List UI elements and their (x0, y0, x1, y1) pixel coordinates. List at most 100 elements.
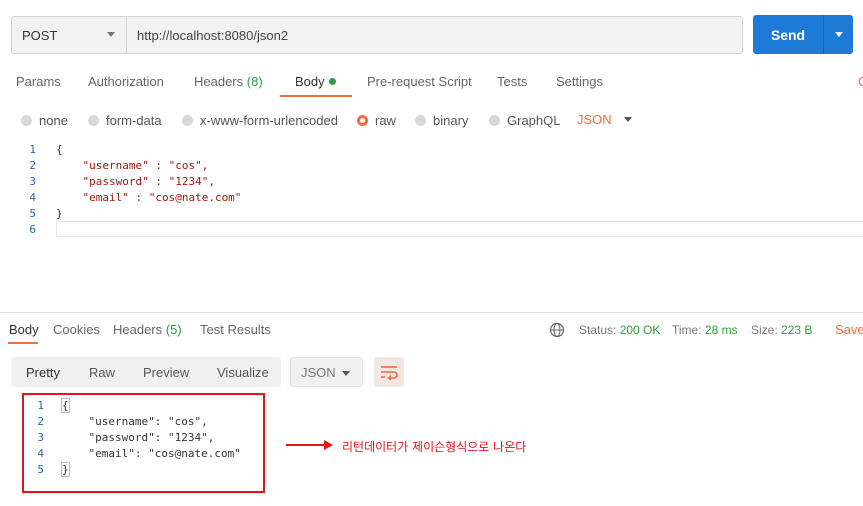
tab-body[interactable]: Body (295, 74, 336, 92)
view-visualize-label: Visualize (217, 365, 269, 380)
tab-tests[interactable]: Tests (497, 74, 527, 92)
status-readout: Status: 200 OK (579, 323, 660, 337)
body-format-select[interactable]: JSON (577, 112, 632, 127)
view-pretty-button[interactable]: Pretty (26, 365, 60, 380)
response-tab-cookies-label: Cookies (53, 322, 100, 337)
view-visualize-button[interactable]: Visualize (217, 365, 269, 380)
view-preview-button[interactable]: Preview (143, 365, 189, 380)
code-line: "email" : "cos@nate.com" (56, 191, 242, 204)
time-label: Time: (672, 323, 702, 337)
line-number: 3 (29, 175, 36, 188)
radio-form-data[interactable]: form-data (88, 112, 162, 128)
radio-binary[interactable]: binary (415, 112, 469, 128)
line-number: 4 (29, 191, 36, 204)
tab-settings-label: Settings (556, 74, 603, 89)
radio-raw-label: raw (375, 112, 396, 128)
highlight-box (22, 393, 265, 493)
view-raw-button[interactable]: Raw (89, 365, 115, 380)
view-raw-label: Raw (89, 365, 116, 380)
radio-circle-icon (88, 114, 99, 126)
wrap-lines-button[interactable] (374, 357, 404, 387)
chevron-down-icon (107, 32, 115, 37)
chevron-down-icon (342, 371, 350, 376)
arrow-icon (286, 444, 326, 446)
cookies-link-cut[interactable]: C (858, 74, 863, 92)
chevron-down-icon (623, 117, 632, 122)
view-preview-label: Preview (143, 365, 190, 380)
line-number: 2 (29, 159, 36, 172)
response-tab-test-results[interactable]: Test Results (200, 322, 271, 337)
radio-urlencoded-label: x-www-form-urlencoded (200, 112, 338, 128)
response-tab-body-label: Body (9, 322, 39, 337)
wrap-lines-icon (381, 366, 398, 380)
line-number: 6 (29, 223, 36, 236)
url-input[interactable]: http://localhost:8080/json2 (126, 16, 743, 54)
method-label: POST (22, 27, 58, 43)
status-label: Status: (579, 323, 617, 337)
radio-none-label: none (39, 112, 68, 128)
line-number: 5 (29, 207, 36, 220)
radio-circle-icon (489, 114, 500, 126)
radio-circle-icon (182, 114, 193, 126)
save-label: Save (835, 322, 863, 337)
code-line: "username" : "cos", (56, 159, 209, 172)
send-options-button[interactable] (823, 15, 853, 54)
radio-raw[interactable]: raw (357, 112, 396, 128)
response-tab-body[interactable]: Body (9, 322, 39, 337)
arrow-head-icon (324, 440, 333, 450)
save-response-button[interactable]: Save (835, 322, 863, 337)
headers-count-badge: (8) (246, 74, 263, 89)
annotation-note: 리턴데이터가 제이슨형식으로 나온다 (342, 440, 527, 454)
radio-form-data-label: form-data (106, 112, 162, 128)
tab-prerequest-label: Pre-request Script (367, 74, 472, 89)
radio-graphql-label: GraphQL (507, 112, 561, 128)
current-line-highlight (56, 221, 863, 237)
globe-icon[interactable] (549, 322, 565, 338)
tab-headers[interactable]: Headers (8) (194, 74, 263, 92)
time-value: 28 ms (704, 323, 738, 337)
response-tab-test-results-label: Test Results (200, 322, 271, 337)
response-tab-headers-label: Headers (113, 322, 163, 337)
response-tab-headers[interactable]: Headers (5) (113, 322, 182, 337)
time-readout: Time: 28 ms (672, 323, 738, 337)
postman-window: POST http://localhost:8080/json2 Send Pa… (0, 0, 863, 506)
radio-binary-label: binary (433, 112, 469, 128)
tab-authorization-label: Authorization (88, 74, 164, 89)
tab-authorization[interactable]: Authorization (88, 74, 164, 92)
tab-tests-label: Tests (497, 74, 528, 89)
response-tab-cookies[interactable]: Cookies (53, 322, 100, 337)
size-value: 223 B (781, 323, 813, 337)
cut-off-label: C (858, 74, 863, 89)
active-tab-indicator (280, 95, 352, 97)
size-label: Size: (751, 323, 778, 337)
status-value: 200 OK (619, 323, 661, 337)
url-text: http://localhost:8080/json2 (137, 27, 289, 43)
pane-divider[interactable] (0, 312, 863, 313)
send-button[interactable]: Send (753, 15, 823, 54)
line-number: 1 (29, 143, 36, 156)
active-tab-indicator (8, 342, 38, 344)
response-headers-count-badge: (5) (165, 322, 182, 337)
tab-params[interactable]: Params (16, 74, 61, 92)
response-format-label: JSON (301, 364, 336, 380)
tab-params-label: Params (16, 74, 61, 89)
code-line: } (56, 207, 63, 220)
tab-prerequest-script[interactable]: Pre-request Script (367, 74, 472, 92)
chevron-down-icon (835, 32, 843, 37)
radio-urlencoded[interactable]: x-www-form-urlencoded (182, 112, 338, 128)
body-format-label: JSON (577, 112, 612, 127)
send-label: Send (770, 26, 806, 43)
response-format-select[interactable]: JSON (290, 357, 363, 387)
tab-body-label: Body (295, 74, 325, 89)
radio-none[interactable]: none (21, 112, 68, 128)
radio-circle-icon (21, 114, 32, 126)
radio-selected-icon (357, 114, 368, 126)
view-pretty-label: Pretty (26, 365, 60, 380)
status-dot-icon (328, 78, 336, 85)
method-select[interactable]: POST (11, 16, 127, 54)
tab-headers-label: Headers (194, 74, 244, 89)
radio-graphql[interactable]: GraphQL (489, 112, 561, 128)
code-line: { (56, 143, 63, 156)
tab-settings[interactable]: Settings (556, 74, 603, 92)
size-readout: Size: 223 B (751, 323, 812, 337)
